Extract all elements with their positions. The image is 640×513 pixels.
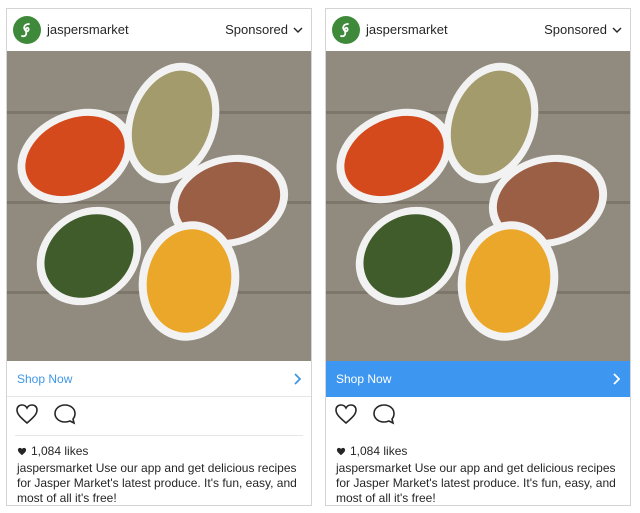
comment-bubble-icon[interactable] [372, 403, 396, 430]
post-caption: jaspersmarket Use our app and get delici… [17, 461, 303, 505]
shop-now-button[interactable]: Shop Now [7, 361, 311, 397]
comment-bubble-icon[interactable] [53, 403, 77, 430]
username[interactable]: jaspersmarket [47, 22, 129, 37]
ad-post-variant-b: jaspersmarket Sponsored Shop Now 1,084 l… [325, 8, 631, 506]
post-actions [334, 403, 396, 429]
post-caption: jaspersmarket Use our app and get delici… [336, 461, 622, 505]
actions-divider [15, 435, 303, 436]
likes-label: 1,084 likes [350, 444, 408, 458]
heart-outline-icon[interactable] [15, 403, 39, 430]
ad-post-variant-a: jaspersmarket Sponsored Shop Now 1,084 l… [6, 8, 312, 506]
likes-label: 1,084 likes [31, 444, 89, 458]
shop-now-button[interactable]: Shop Now [326, 361, 630, 397]
username[interactable]: jaspersmarket [366, 22, 448, 37]
heart-filled-icon [17, 447, 27, 455]
caption-username[interactable]: jaspersmarket [336, 461, 411, 475]
chevron-down-icon [612, 27, 622, 33]
post-header: jaspersmarket Sponsored [326, 9, 630, 51]
sponsored-label: Sponsored [544, 22, 607, 37]
post-actions [15, 403, 77, 429]
heart-filled-icon [336, 447, 346, 455]
post-image-spice-bowls [7, 51, 311, 361]
shop-now-label: Shop Now [17, 371, 73, 386]
chevron-down-icon [293, 27, 303, 33]
post-header: jaspersmarket Sponsored [7, 9, 311, 51]
jasper-logo-icon[interactable] [332, 16, 360, 44]
sponsored-label: Sponsored [225, 22, 288, 37]
sponsored-menu[interactable]: Sponsored [544, 22, 622, 37]
post-image-spice-bowls [326, 51, 630, 361]
chevron-right-icon [294, 372, 301, 385]
chevron-right-icon [613, 373, 620, 385]
caption-username[interactable]: jaspersmarket [17, 461, 92, 475]
likes-count[interactable]: 1,084 likes [336, 444, 407, 458]
sponsored-menu[interactable]: Sponsored [225, 22, 303, 37]
likes-count[interactable]: 1,084 likes [17, 444, 88, 458]
heart-outline-icon[interactable] [334, 403, 358, 430]
shop-now-label: Shop Now [336, 372, 392, 386]
jasper-logo-icon[interactable] [13, 16, 41, 44]
